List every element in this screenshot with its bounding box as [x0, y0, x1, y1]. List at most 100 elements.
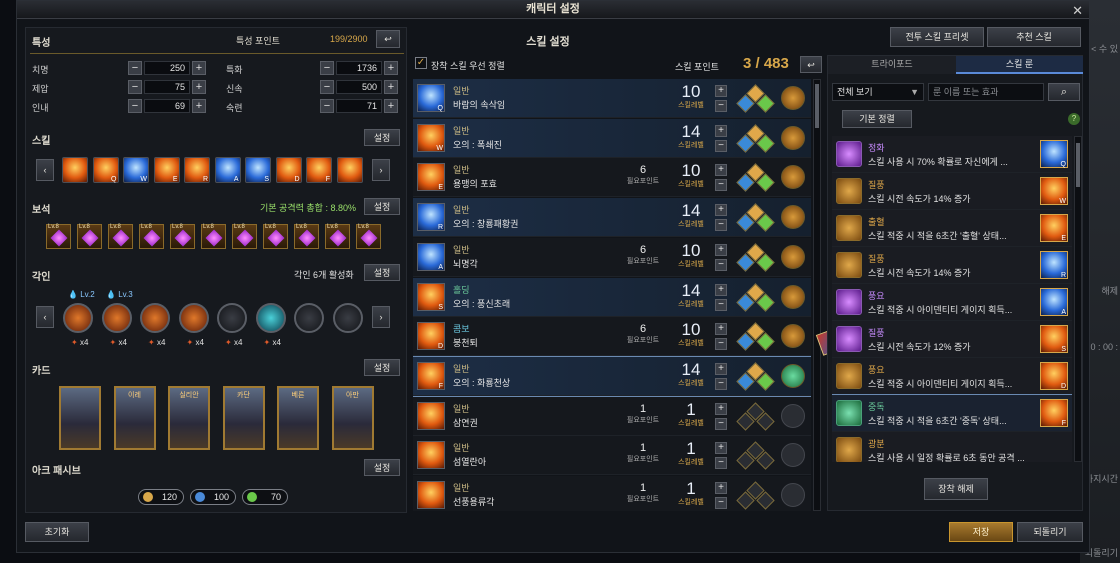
- gem-slot[interactable]: Lv.8: [294, 224, 319, 249]
- card-slot[interactable]: 아만: [331, 386, 374, 450]
- gem-slot[interactable]: Lv.8: [108, 224, 133, 249]
- tripod-icons[interactable]: [735, 282, 775, 312]
- skill-row[interactable]: Q 일반 바람의 속삭임 10 스킬레벨 + −: [413, 79, 811, 118]
- search-icon[interactable]: ⌕: [1048, 83, 1080, 101]
- tripod-icons[interactable]: [735, 322, 775, 351]
- gem-slot[interactable]: Lv.8: [356, 224, 381, 249]
- skill-level-up-button[interactable]: +: [715, 204, 727, 217]
- card-slot[interactable]: [59, 386, 101, 450]
- stat-increase-button[interactable]: +: [384, 61, 398, 75]
- tripod-icons[interactable]: [735, 441, 775, 470]
- skill-row[interactable]: W 일반 오의 : 폭쇄진 14 스킬레벨 + −: [413, 118, 811, 158]
- rune-row[interactable]: 중독 스킬 적중 시 적을 6초간 '중독' 상태... F: [832, 394, 1072, 433]
- rune-row[interactable]: 정화 스킬 사용 시 70% 확률로 자신에게 ... Q: [832, 136, 1072, 173]
- skill-bar-slot[interactable]: S: [245, 157, 271, 183]
- card-slot[interactable]: 베른: [277, 386, 319, 450]
- skill-level-down-button[interactable]: −: [715, 100, 727, 112]
- tripod-icons[interactable]: [735, 123, 775, 153]
- skill-level-up-button[interactable]: +: [715, 164, 727, 177]
- tripod-icons[interactable]: [735, 243, 775, 272]
- skill-bar-slot[interactable]: [62, 157, 88, 183]
- skill-bar-next-button[interactable]: ›: [372, 159, 390, 181]
- skill-row[interactable]: D 콤보 붕천퇴 6 필요포인트 10 스킬레벨 + −: [413, 317, 811, 357]
- skill-list-scrollbar[interactable]: [813, 79, 821, 511]
- rune-row[interactable]: 풍요 스킬 적중 시 아이덴티티 게이지 획득... D: [832, 358, 1072, 395]
- engraving-slot[interactable]: [140, 303, 170, 333]
- tripod-icons[interactable]: [735, 163, 775, 193]
- rune-slot[interactable]: [781, 125, 805, 150]
- stat-decrease-button[interactable]: −: [320, 61, 334, 75]
- rune-slot[interactable]: [781, 244, 805, 269]
- engraving-slot[interactable]: [294, 303, 324, 333]
- tripod-icons[interactable]: [735, 203, 775, 232]
- save-button[interactable]: 저장: [949, 522, 1013, 542]
- tripod-icons[interactable]: [735, 481, 775, 510]
- skill-row[interactable]: 일반 삼연권 1 필요포인트 1 스킬레벨 + −: [413, 396, 811, 436]
- stat-increase-button[interactable]: +: [384, 80, 398, 94]
- tripod-icons[interactable]: [735, 362, 775, 391]
- rune-slot[interactable]: [781, 86, 805, 110]
- ark-passive-settings-button[interactable]: 설정: [364, 459, 400, 476]
- gem-slot[interactable]: Lv.8: [77, 224, 102, 249]
- engraving-slot[interactable]: [332, 303, 363, 333]
- skill-level-up-button[interactable]: +: [715, 442, 727, 455]
- skill-row[interactable]: 일반 선풍용류각 1 필요포인트 1 스킬레벨 + −: [413, 476, 811, 511]
- help-icon[interactable]: ?: [1068, 113, 1080, 125]
- rune-slot[interactable]: [781, 363, 805, 388]
- rune-row[interactable]: 풍요 스킬 적중 시 아이덴티티 게이지 획득... A: [832, 284, 1072, 321]
- skill-level-up-button[interactable]: +: [715, 243, 727, 256]
- skill-points-reset-button[interactable]: ↩: [800, 56, 822, 73]
- skill-bar-slot[interactable]: [336, 157, 363, 183]
- engraving-slot[interactable]: [255, 303, 286, 333]
- gem-slot[interactable]: Lv.8: [325, 224, 350, 249]
- skill-row[interactable]: E 일반 용맹의 포효 6 필요포인트 10 스킬레벨 + −: [413, 158, 811, 198]
- engravings-settings-button[interactable]: 설정: [364, 264, 400, 281]
- stat-decrease-button[interactable]: −: [320, 80, 334, 94]
- skill-level-down-button[interactable]: −: [715, 457, 727, 470]
- rune-slot[interactable]: [781, 483, 805, 507]
- rune-slot[interactable]: [781, 324, 805, 349]
- stat-increase-button[interactable]: +: [192, 61, 206, 75]
- rune-row[interactable]: 질풍 스킬 시전 속도가 14% 증가 W: [832, 173, 1072, 210]
- gem-slot[interactable]: Lv.8: [263, 224, 288, 249]
- rune-sort-button[interactable]: 기본 정렬: [842, 110, 912, 128]
- stat-increase-button[interactable]: +: [384, 99, 398, 113]
- skill-bar-slot[interactable]: E: [153, 157, 180, 183]
- rune-row[interactable]: 질풍 스킬 시전 속도가 14% 증가 R: [832, 247, 1072, 284]
- skill-row[interactable]: 일반 섬열란아 1 필요포인트 1 스킬레벨 + −: [413, 436, 811, 476]
- skill-row[interactable]: R 일반 오의 : 창룡패황권 14 스킬레벨 + −: [413, 198, 811, 238]
- skill-bar-slot[interactable]: F: [306, 157, 332, 183]
- reset-button[interactable]: 초기화: [25, 522, 89, 542]
- card-slot[interactable]: 카단: [222, 386, 265, 450]
- skill-level-up-button[interactable]: +: [715, 362, 727, 375]
- rune-slot[interactable]: [781, 284, 805, 309]
- skill-bar-slot[interactable]: D: [275, 157, 302, 183]
- skill-level-down-button[interactable]: −: [715, 179, 727, 192]
- close-icon[interactable]: ✕: [1072, 2, 1083, 19]
- gems-settings-button[interactable]: 설정: [364, 198, 400, 215]
- gem-slot[interactable]: Lv.8: [201, 224, 226, 249]
- tripod-icons[interactable]: [735, 401, 775, 431]
- rune-slot[interactable]: [781, 403, 805, 428]
- skill-bar-prev-button[interactable]: ‹: [36, 159, 54, 181]
- skill-level-down-button[interactable]: −: [715, 258, 727, 271]
- stat-decrease-button[interactable]: −: [128, 61, 142, 75]
- stat-increase-button[interactable]: +: [192, 99, 206, 113]
- skill-level-up-button[interactable]: +: [715, 85, 727, 97]
- skill-row[interactable]: A 일반 뇌명각 6 필요포인트 10 스킬레벨 + −: [413, 237, 811, 277]
- engraving-slot[interactable]: [178, 303, 209, 333]
- skill-level-down-button[interactable]: −: [715, 377, 727, 390]
- skill-level-down-button[interactable]: −: [715, 497, 727, 509]
- stats-reset-button[interactable]: ↩: [376, 30, 400, 48]
- stat-increase-button[interactable]: +: [192, 80, 206, 94]
- engravings-prev-button[interactable]: ‹: [36, 306, 54, 328]
- skill-bar-slot[interactable]: A: [214, 157, 241, 183]
- rune-filter-select[interactable]: 전체 보기 ▼: [832, 83, 924, 101]
- engraving-slot[interactable]: [101, 303, 132, 333]
- rune-slot[interactable]: [781, 443, 805, 468]
- skill-level-down-button[interactable]: −: [715, 219, 727, 232]
- recommend-skill-button[interactable]: 추천 스킬: [987, 27, 1081, 47]
- skill-bar-slot[interactable]: R: [184, 157, 210, 183]
- tab-skill-rune[interactable]: 스킬 룬: [956, 56, 1083, 74]
- rune-row[interactable]: 출혈 스킬 적중 시 적을 6초간 '출혈' 상태... E: [832, 210, 1072, 247]
